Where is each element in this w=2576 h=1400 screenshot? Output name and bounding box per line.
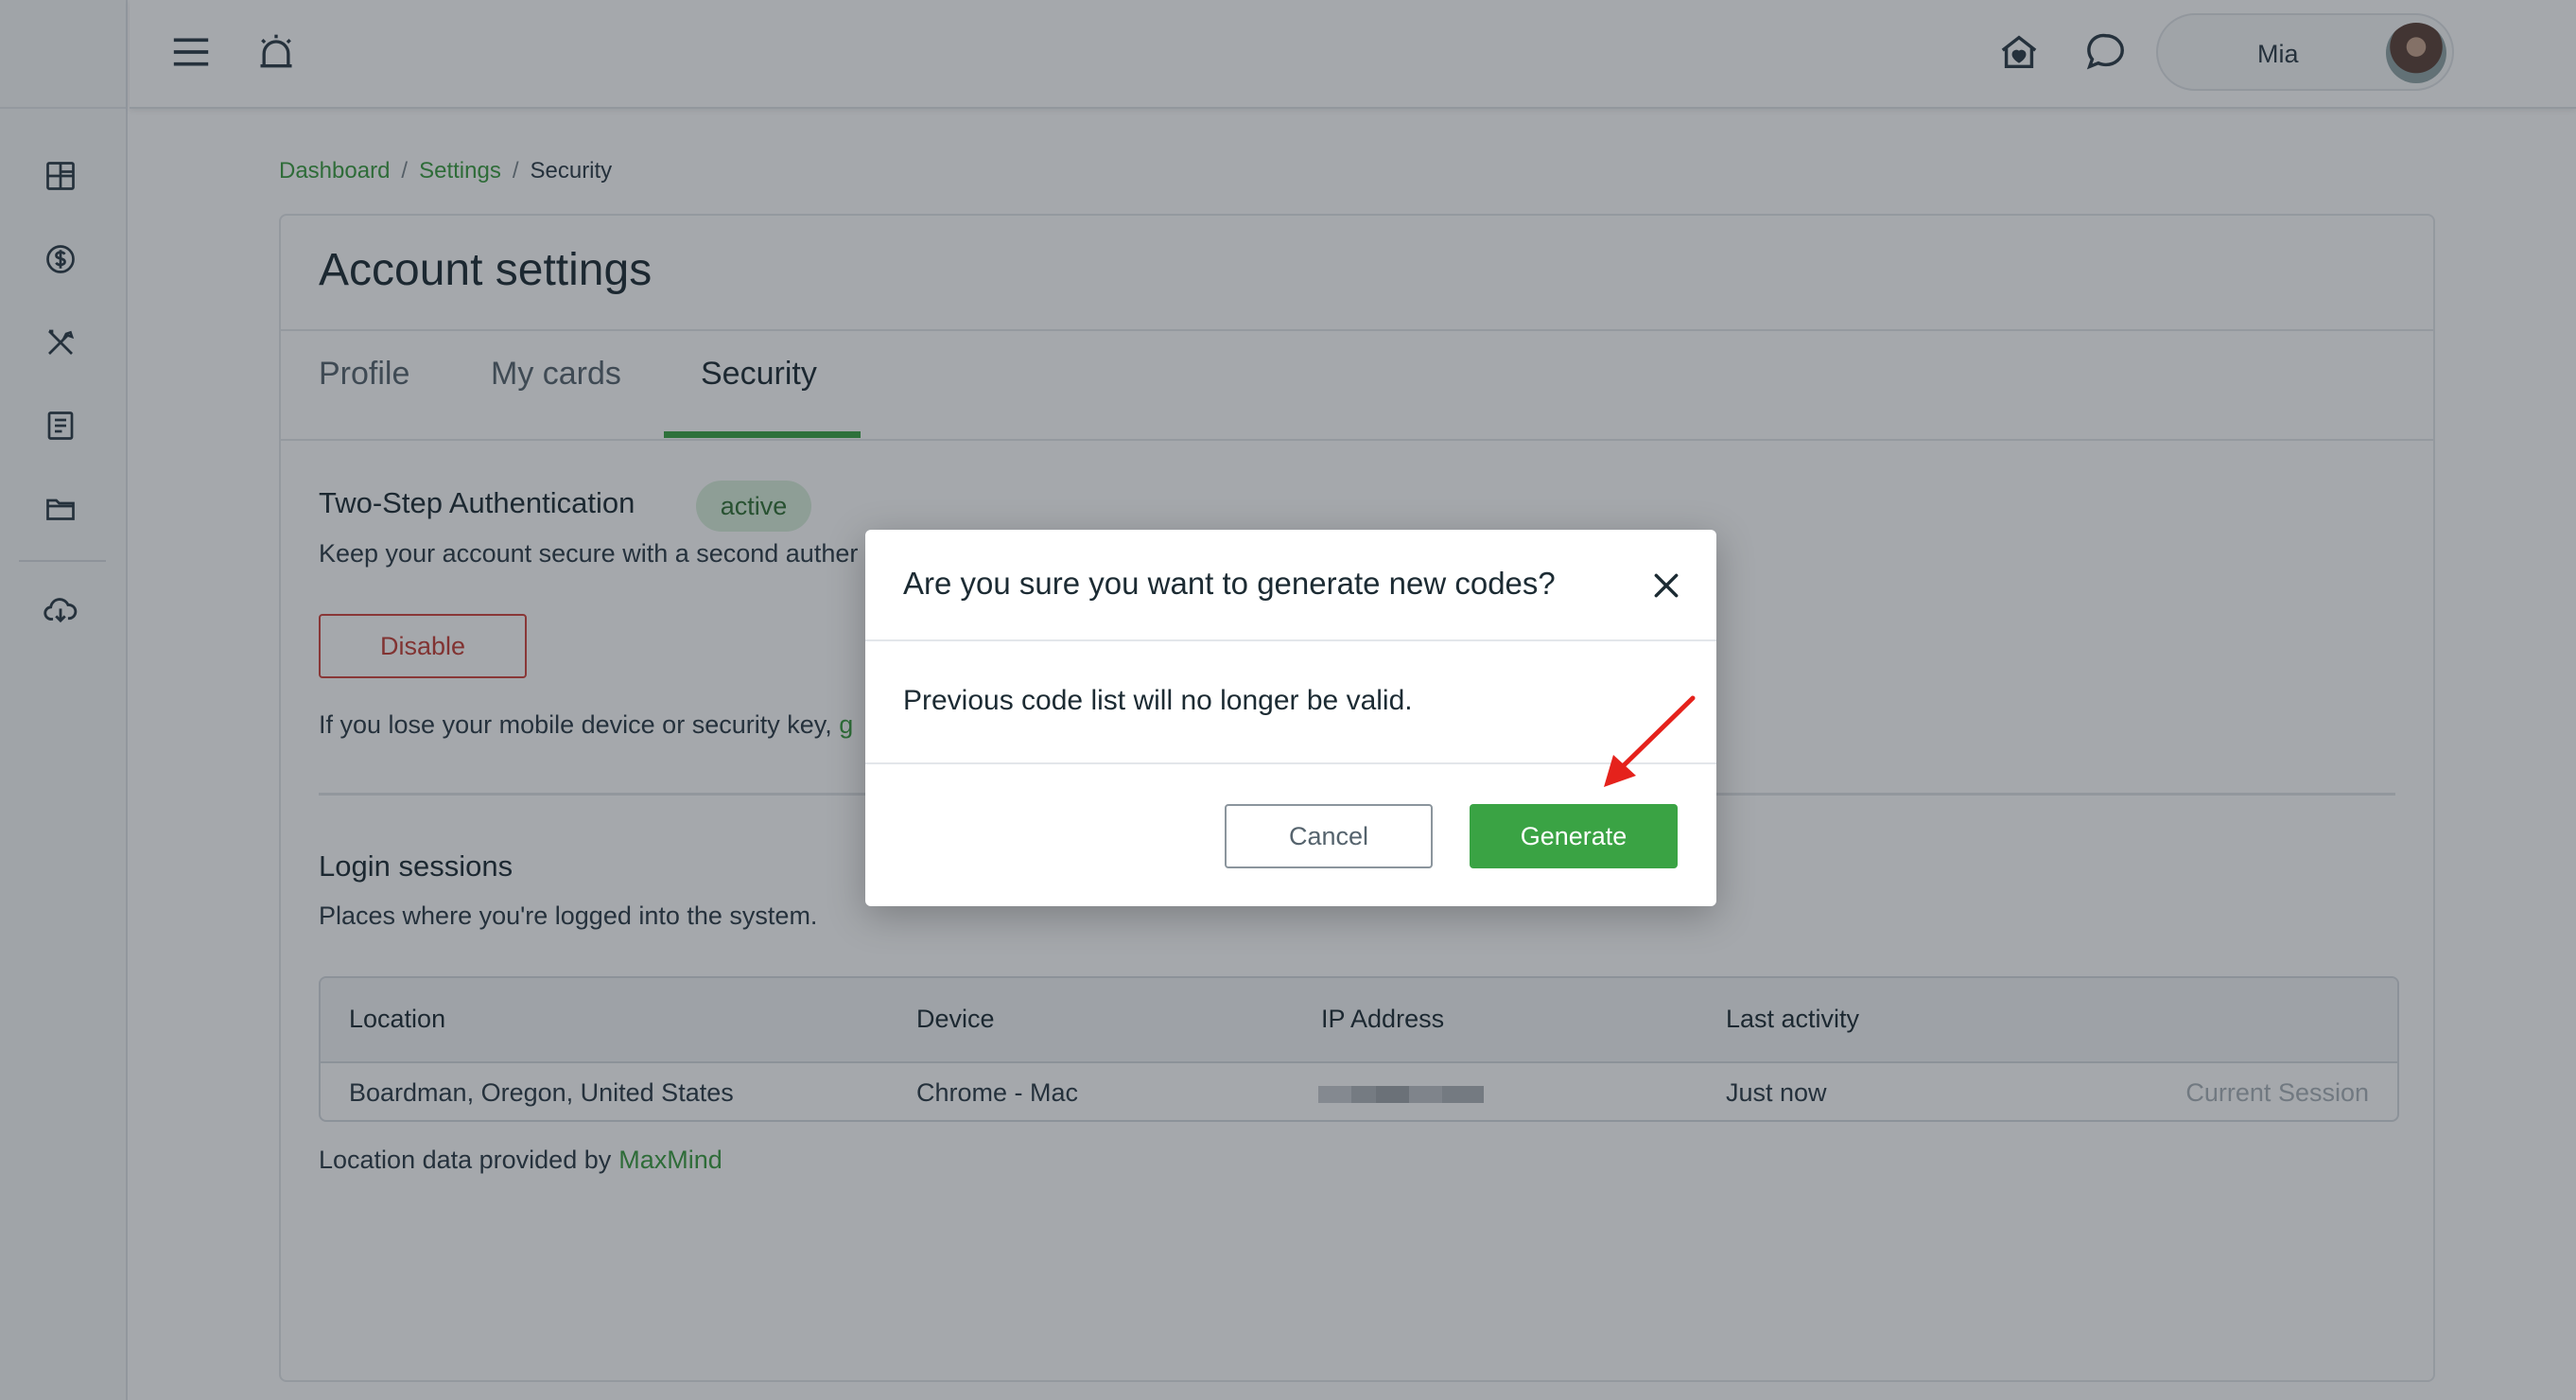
generate-button[interactable]: Generate: [1470, 804, 1678, 868]
modal-message: Previous code list will no longer be val…: [903, 685, 1413, 716]
annotation-arrow-icon: [1604, 695, 1696, 787]
modal-title: Are you sure you want to generate new co…: [903, 566, 1556, 601]
divider: [865, 639, 1716, 641]
cancel-button[interactable]: Cancel: [1225, 804, 1433, 868]
close-icon[interactable]: [1646, 566, 1686, 605]
